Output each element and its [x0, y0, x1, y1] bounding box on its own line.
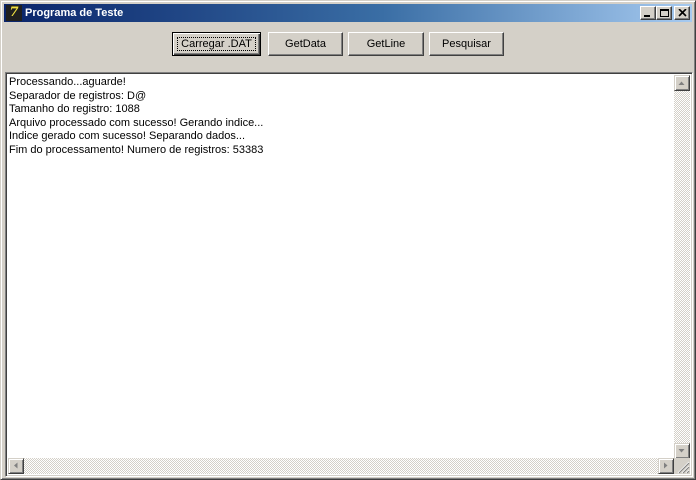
- arrow-up-icon: [678, 81, 685, 85]
- main-window: 7 Programa de Teste Carregar .DAT GetDat…: [0, 0, 696, 480]
- arrow-down-icon: [678, 449, 685, 453]
- scroll-right-button[interactable]: [658, 458, 674, 474]
- getdata-label: GetData: [285, 38, 326, 50]
- close-button[interactable]: [674, 6, 690, 20]
- window-controls: [640, 6, 690, 20]
- scroll-up-button[interactable]: [674, 75, 690, 91]
- load-dat-button[interactable]: Carregar .DAT: [172, 32, 261, 56]
- getdata-button[interactable]: GetData: [268, 32, 343, 56]
- log-line: Arquivo processado com sucesso! Gerando …: [9, 116, 264, 129]
- log-line: Fim do processamento! Numero de registro…: [9, 143, 264, 156]
- close-icon: [678, 9, 687, 17]
- size-grip[interactable]: [674, 458, 690, 474]
- search-button[interactable]: Pesquisar: [429, 32, 504, 56]
- log-memo[interactable]: Processando...aguarde! Separador de regi…: [5, 72, 693, 477]
- log-line: Indice gerado com sucesso! Separando dad…: [9, 130, 246, 142]
- app-icon[interactable]: 7: [6, 5, 22, 21]
- log-line: Processando...aguarde!: [9, 76, 126, 88]
- maximize-button[interactable]: [656, 6, 672, 20]
- minimize-icon: [644, 15, 650, 17]
- scroll-left-button[interactable]: [8, 458, 24, 474]
- size-grip-icon: [677, 461, 690, 474]
- log-text: Processando...aguarde! Separador de regi…: [9, 76, 673, 157]
- search-label: Pesquisar: [442, 38, 491, 50]
- horizontal-scrollbar[interactable]: [8, 458, 674, 474]
- getline-label: GetLine: [366, 38, 406, 50]
- scroll-down-button[interactable]: [674, 443, 690, 459]
- minimize-button[interactable]: [640, 6, 656, 20]
- arrow-left-icon: [14, 462, 18, 469]
- maximize-icon: [660, 9, 669, 17]
- log-line: Separador de registros: D@: [9, 89, 147, 102]
- log-line: Tamanho do registro: 1088: [9, 103, 140, 115]
- focus-rectangle: [177, 37, 256, 51]
- arrow-right-icon: [664, 462, 668, 469]
- getline-button[interactable]: GetLine: [348, 32, 424, 56]
- vertical-scrollbar[interactable]: [674, 75, 690, 459]
- title-bar[interactable]: 7 Programa de Teste: [4, 4, 692, 22]
- window-title: Programa de Teste: [25, 7, 124, 19]
